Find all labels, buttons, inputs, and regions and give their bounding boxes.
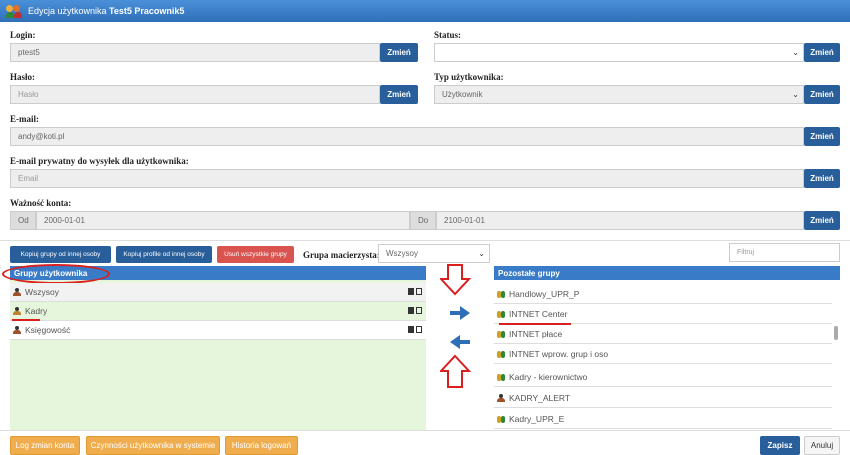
divider: [0, 240, 850, 241]
user-type-label: Typ użytkownika:: [434, 72, 504, 82]
annotation-ellipse: [2, 264, 110, 284]
chevron-down-icon: ⌄: [792, 48, 799, 57]
annotation-underline: [499, 323, 571, 325]
password-label: Hasło:: [10, 72, 36, 82]
row-actions[interactable]: [408, 307, 422, 314]
user-group-label: Kadry: [25, 306, 48, 316]
status-select[interactable]: ⌄: [434, 43, 804, 62]
status-label: Status:: [434, 30, 462, 40]
user-icon: [497, 394, 505, 402]
email-change-button[interactable]: Zmień: [804, 127, 840, 146]
move-left-arrow-icon: [450, 335, 470, 349]
other-group-row[interactable]: Kadry_UPR_E: [494, 410, 832, 429]
user-actions-button[interactable]: Czynności użytkownika w systemie: [86, 436, 220, 455]
other-group-row[interactable]: INTNET Center: [494, 305, 832, 324]
list-icon[interactable]: [408, 307, 414, 314]
login-change-button[interactable]: Zmień: [380, 43, 418, 62]
password-change-button[interactable]: Zmień: [380, 85, 418, 104]
row-actions[interactable]: [408, 288, 422, 295]
group-icon: [497, 350, 505, 358]
status-change-button[interactable]: Zmień: [804, 43, 840, 62]
validity-from-label: Od: [10, 211, 36, 230]
user-icon: [13, 307, 21, 315]
other-group-label: KADRY_ALERT: [509, 393, 571, 403]
email-field[interactable]: andy@koti.pl: [10, 127, 804, 146]
users-icon: [6, 4, 22, 18]
list-icon[interactable]: [408, 288, 414, 295]
other-group-row[interactable]: Handlowy_UPR_P: [494, 285, 832, 304]
email-label: E-mail:: [10, 114, 39, 124]
list-icon[interactable]: [408, 326, 414, 333]
parent-group-select[interactable]: Wszysoy ⌄: [378, 244, 490, 263]
group-icon: [497, 310, 505, 318]
scrollbar-thumb[interactable]: [834, 326, 838, 340]
other-group-label: INTNET wprow. grup i oso: [509, 349, 609, 359]
parent-group-value: Wszysoy: [386, 249, 418, 258]
other-group-row[interactable]: INTNET wprow. grup i oso: [494, 345, 832, 364]
annotation-arrow-up: [440, 354, 472, 388]
footer-divider: [0, 430, 850, 431]
login-history-button[interactable]: Historia logowań: [225, 436, 298, 455]
user-icon: [13, 288, 21, 296]
login-field[interactable]: ptest5: [10, 43, 380, 62]
validity-from-field[interactable]: 2000-01-01: [36, 211, 410, 230]
other-group-label: INTNET płace: [509, 329, 563, 339]
email-private-field[interactable]: Email: [10, 169, 804, 188]
user-group-row[interactable]: Księgowość: [10, 321, 426, 340]
user-group-label: Wszysoy: [25, 287, 59, 297]
other-group-label: Handlowy_UPR_P: [509, 289, 580, 299]
validity-to-field[interactable]: 2100-01-01: [436, 211, 804, 230]
validity-change-button[interactable]: Zmień: [804, 211, 840, 230]
title-bar: Edycja użytkownika Test5 Pracownik5: [0, 0, 850, 22]
other-group-row[interactable]: KADRY_ALERT: [494, 389, 832, 408]
transfer-controls: [440, 264, 472, 388]
other-group-row[interactable]: Kadry - kierownictwo: [494, 368, 832, 387]
group-icon: [497, 330, 505, 338]
window-title: Edycja użytkownika: [28, 6, 110, 16]
validity-to-label: Do: [410, 211, 436, 230]
copy-profile-button[interactable]: Kopiuj profile od innej osoby: [116, 246, 212, 263]
email-private-label: E-mail prywatny do wysyłek dla użytkowni…: [10, 156, 189, 166]
user-type-select[interactable]: Użytkownik ⌄: [434, 85, 804, 104]
login-label: Login:: [10, 30, 36, 40]
copy-groups-button[interactable]: Kopiuj grupy od innej osoby: [10, 246, 111, 263]
other-group-label: Kadry - kierownictwo: [509, 372, 588, 382]
other-group-label: INTNET Center: [509, 309, 568, 319]
edit-icon[interactable]: [416, 326, 422, 333]
move-right-arrow-icon: [450, 306, 470, 320]
edit-icon[interactable]: [416, 307, 422, 314]
window-title-user: Test5 Pracownik5: [109, 6, 185, 16]
group-icon: [497, 415, 505, 423]
user-group-row[interactable]: Wszysoy: [10, 283, 426, 302]
other-group-label: Kadry_UPR_E: [509, 414, 565, 424]
remove-all-groups-button[interactable]: Usuń wszystkie grupy: [217, 246, 294, 263]
user-group-label: Księgowość: [25, 325, 71, 335]
cancel-button[interactable]: Anuluj: [804, 436, 840, 455]
user-group-row[interactable]: Kadry: [10, 302, 426, 321]
password-field[interactable]: Hasło: [10, 85, 380, 104]
filter-input[interactable]: Filtruj: [729, 243, 840, 262]
user-type-change-button[interactable]: Zmień: [804, 85, 840, 104]
email-private-change-button[interactable]: Zmień: [804, 169, 840, 188]
user-type-value: Użytkownik: [442, 90, 483, 99]
edit-icon[interactable]: [416, 288, 422, 295]
chevron-down-icon: ⌄: [792, 90, 799, 99]
validity-label: Ważność konta:: [10, 198, 72, 208]
chevron-down-icon: ⌄: [478, 249, 485, 258]
save-button[interactable]: Zapisz: [760, 436, 800, 455]
other-groups-header: Pozostałe grupy: [494, 266, 840, 280]
group-icon: [497, 290, 505, 298]
other-groups-list: Handlowy_UPR_P INTNET Center INTNET płac…: [494, 280, 840, 430]
group-icon: [497, 373, 505, 381]
annotation-arrow-down: [440, 264, 472, 296]
parent-group-label: Grupa macierzysta:: [303, 250, 380, 260]
other-group-row[interactable]: INTNET płace: [494, 325, 832, 344]
log-changes-button[interactable]: Log zmian konta: [10, 436, 80, 455]
user-icon: [13, 326, 21, 334]
row-actions[interactable]: [408, 326, 422, 333]
